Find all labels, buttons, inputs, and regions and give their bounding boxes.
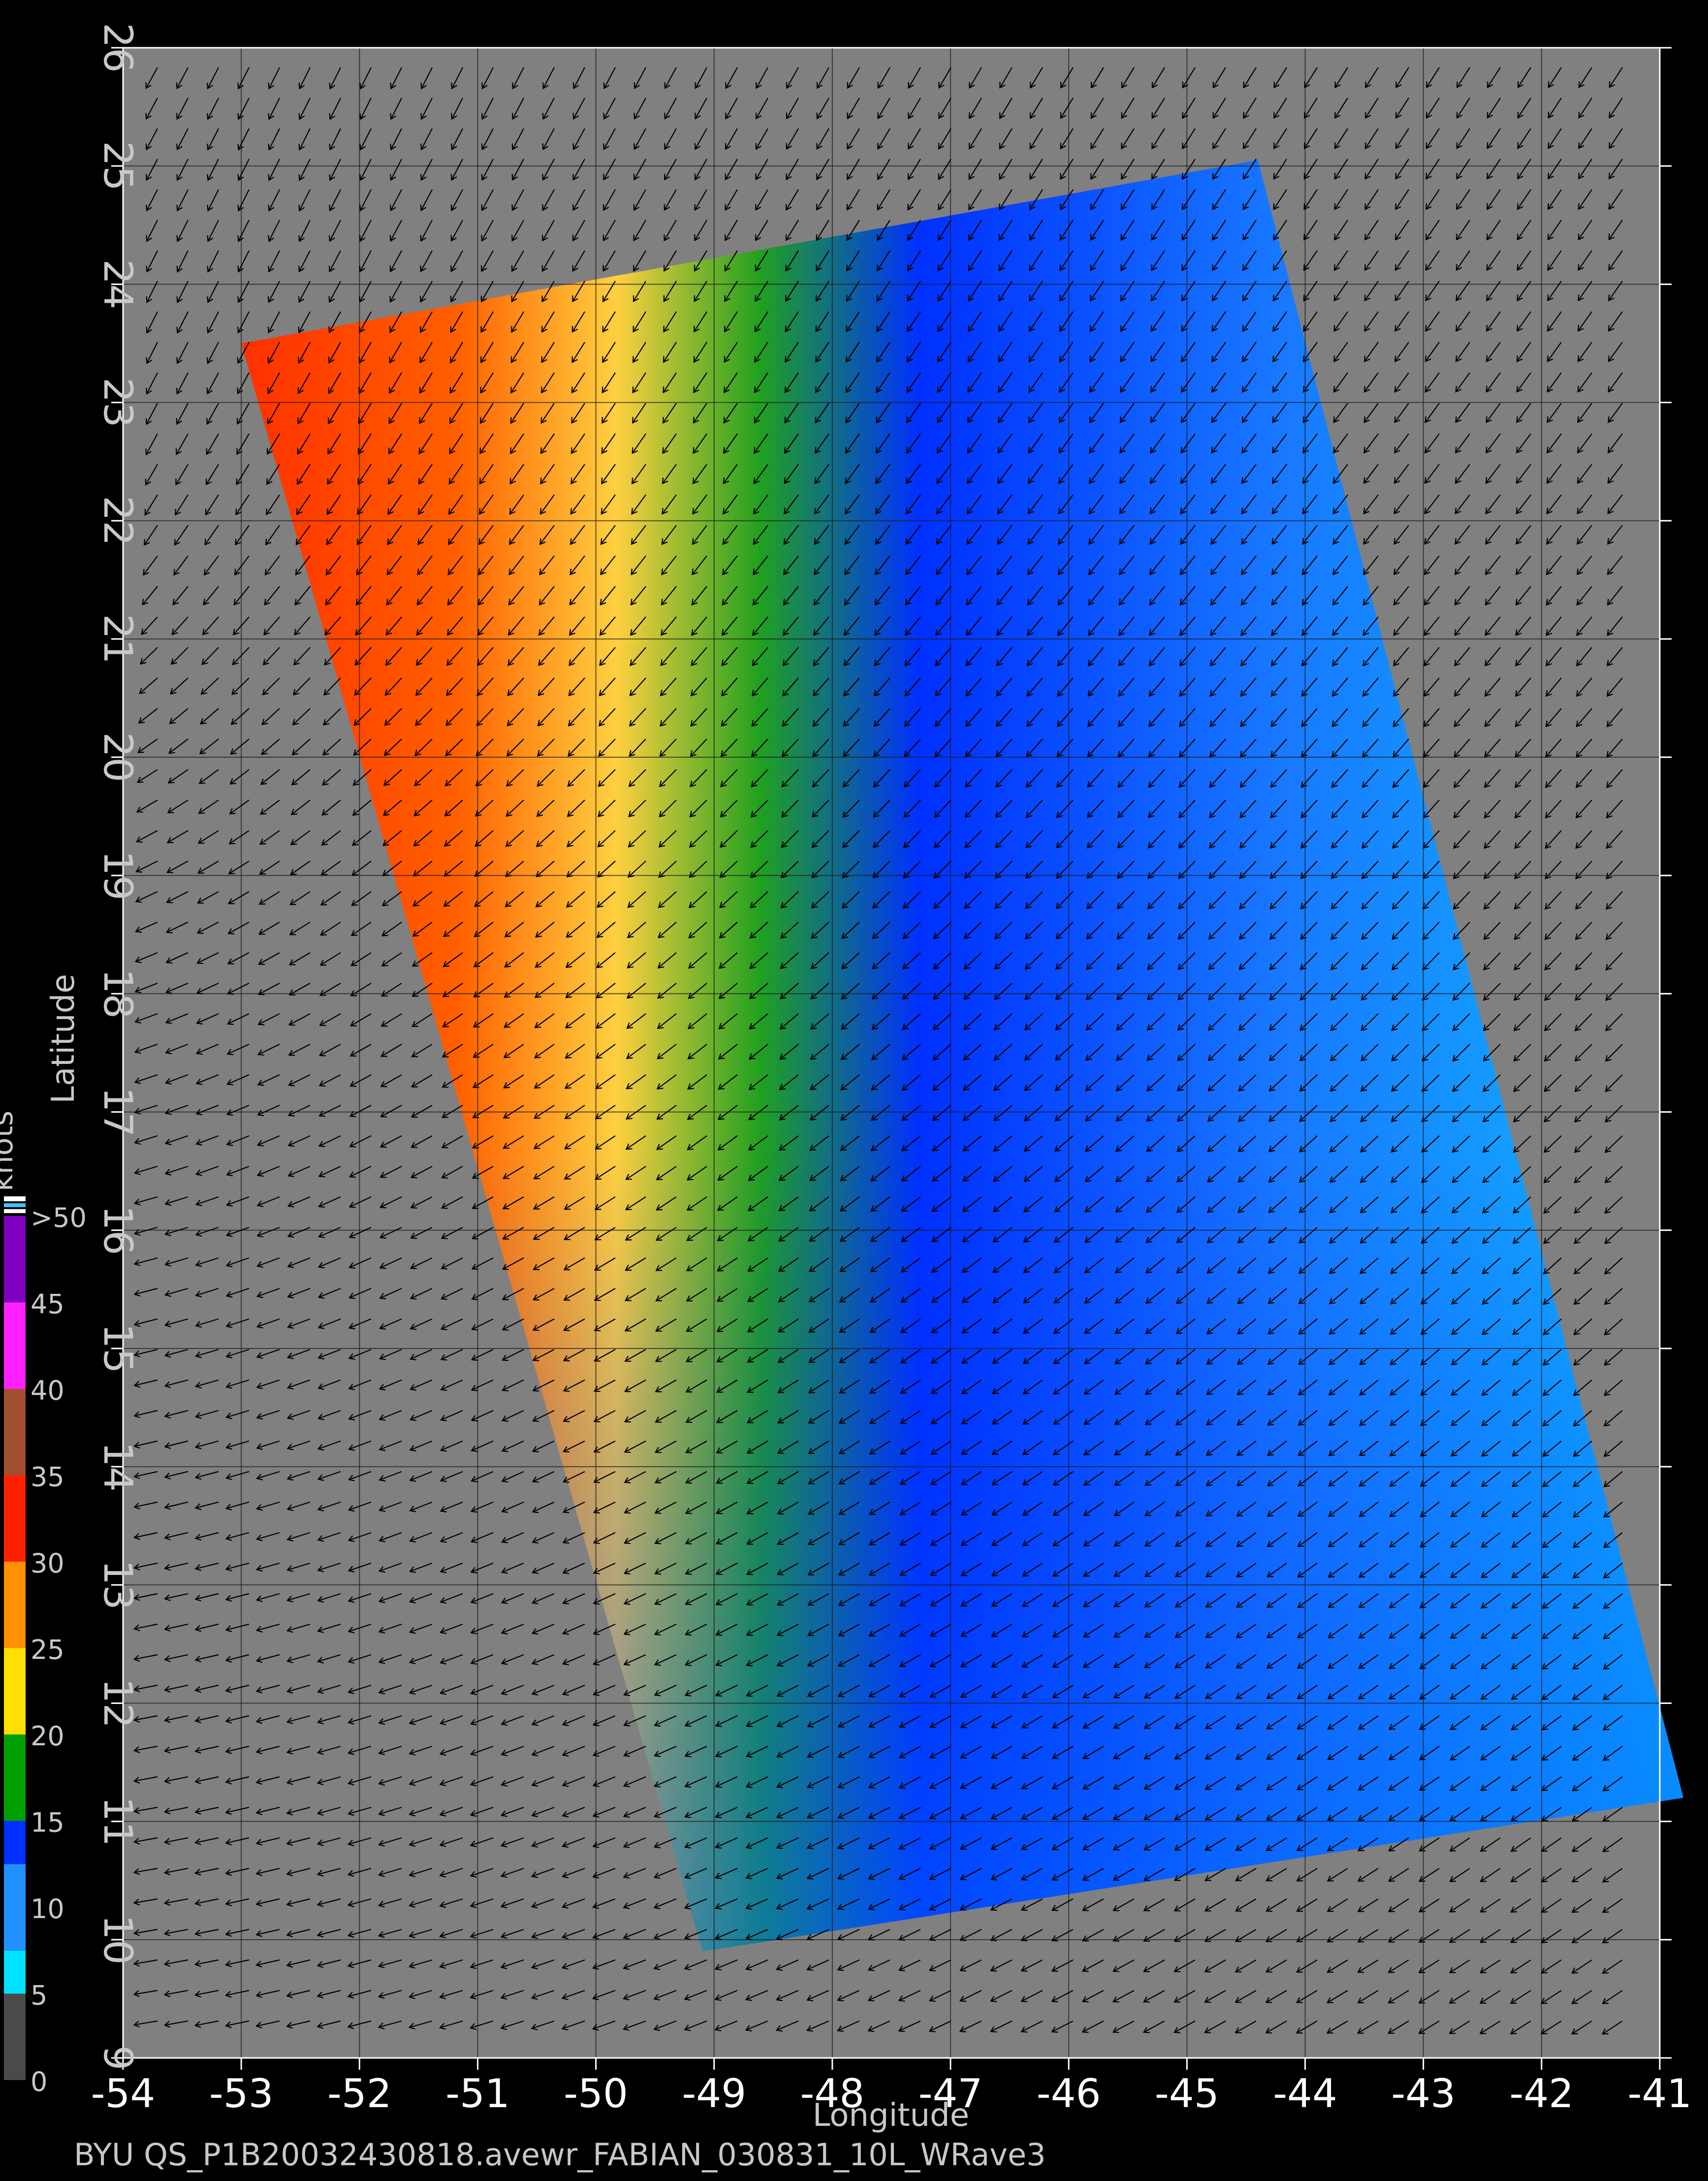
colorbar-band	[4, 1821, 26, 1864]
colorbar-band	[4, 1389, 26, 1475]
lon-tick-label: -45	[1155, 2071, 1219, 2117]
colorbar-band	[4, 1734, 26, 1821]
lat-tick-label: 24	[95, 259, 141, 309]
colorbar-label: 25	[31, 1635, 64, 1666]
lat-tick-label: 13	[95, 1560, 141, 1610]
y-axis-label: Latitude	[45, 974, 82, 1103]
colorbar-band	[4, 1648, 26, 1734]
lon-tick-label: -50	[564, 2071, 628, 2117]
lon-tick-label: -51	[445, 2071, 510, 2117]
lon-tick-label: -49	[682, 2071, 746, 2117]
colorbar-band	[4, 1950, 26, 1994]
colorbar-band	[4, 1562, 26, 1648]
lat-tick-label: 12	[95, 1678, 141, 1729]
colorbar-band	[4, 1993, 26, 2080]
colorbar-band	[4, 1864, 26, 1951]
lon-tick-label: -54	[91, 2071, 156, 2117]
lat-tick-label: 14	[95, 1442, 141, 1492]
lat-tick-label: 16	[95, 1205, 141, 1255]
lon-tick-label: -41	[1628, 2071, 1692, 2117]
colorbar-label: 45	[31, 1289, 64, 1320]
lat-tick-label: 10	[95, 1915, 141, 1965]
image-caption: BYU QS_P1B20032430818.avewr_FABIAN_03083…	[74, 2137, 1046, 2173]
colorbar-cap	[4, 1203, 26, 1207]
colorbar-band	[4, 1475, 26, 1562]
colorbar-label: 20	[31, 1721, 64, 1752]
lat-tick-label: 17	[95, 1087, 141, 1137]
lat-tick-label: 15	[95, 1323, 141, 1374]
lat-tick-label: 19	[95, 850, 141, 900]
colorbar: knots 0 5 10 15 20 25 30 35 40 45 >50	[0, 1111, 87, 2097]
colorbar-cap	[4, 1196, 26, 1201]
colorbar-label: 35	[31, 1462, 64, 1493]
lat-tick-label: 26	[95, 23, 141, 73]
lat-tick-label: 20	[95, 732, 141, 782]
colorbar-label: >50	[31, 1202, 87, 1233]
lon-tick-label: -52	[327, 2071, 392, 2117]
colorbar-label: 30	[31, 1548, 64, 1579]
lat-tick-label: 23	[95, 378, 141, 428]
lat-tick-label: 22	[95, 496, 141, 546]
colorbar-band	[4, 1216, 26, 1303]
lat-tick-label: 9	[95, 2046, 141, 2071]
colorbar-unit: knots	[0, 1111, 20, 1191]
lat-tick-label: 11	[95, 1796, 141, 1847]
lon-tick-label: -53	[209, 2071, 274, 2117]
colorbar-cap	[4, 1209, 26, 1213]
colorbar-label: 10	[31, 1893, 64, 1924]
lat-tick-label: 21	[95, 614, 141, 664]
colorbar-band	[4, 1302, 26, 1389]
colorbar-label: 0	[31, 2066, 47, 2097]
lon-tick-label: -43	[1391, 2071, 1455, 2117]
x-axis-label: Longitude	[813, 2097, 969, 2134]
wind-speed-map: -54 -53 -52 -51 -50 -49 -48 -47 -46 -45 -44 -43 -42-…	[0, 23, 1692, 2173]
colorbar-label: 15	[31, 1807, 64, 1838]
lon-tick-label: -44	[1273, 2071, 1337, 2117]
lon-tick-label: -46	[1037, 2071, 1101, 2117]
colorbar-label: 40	[31, 1375, 64, 1406]
lon-tick-label: -42	[1510, 2071, 1574, 2117]
colorbar-label: 5	[31, 1980, 47, 2011]
lat-tick-label: 25	[95, 141, 141, 191]
lat-tick-label: 18	[95, 969, 141, 1019]
